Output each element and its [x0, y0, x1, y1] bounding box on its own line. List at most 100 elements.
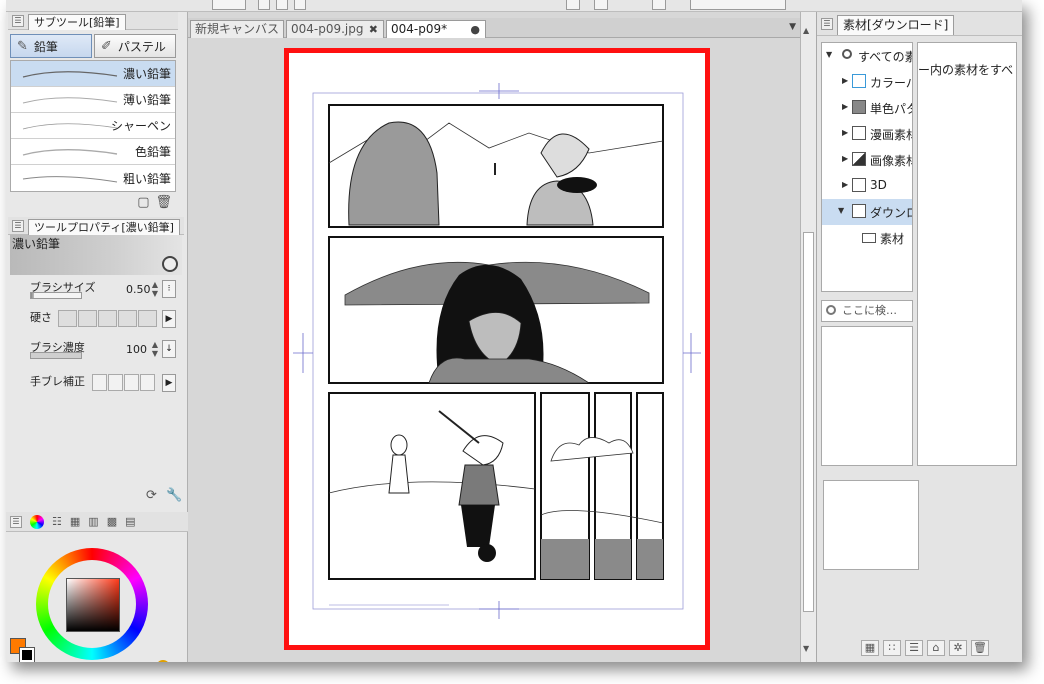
tree-item-label: 単色パターン	[870, 102, 912, 116]
scroll-up-icon[interactable]: ▲	[803, 26, 809, 35]
magnifier-icon[interactable]	[162, 256, 178, 272]
brush-stroke-preview	[22, 123, 118, 130]
brush-item-label: 色鉛筆	[134, 145, 171, 159]
sub-color-swatch[interactable]	[19, 647, 35, 662]
wrench-icon[interactable]: 🔧	[166, 488, 182, 503]
hardness-selector[interactable]	[58, 310, 157, 327]
material-panel-title[interactable]: 素材[ダウンロード]	[837, 14, 955, 35]
panel-menu-icon[interactable]: ☰	[12, 219, 24, 232]
density-value[interactable]: 100	[126, 343, 147, 356]
brush-item-rough-pencil[interactable]: 粗い鉛筆	[11, 165, 175, 191]
tree-item-label: ダウンロード	[870, 206, 912, 220]
expand-icon[interactable]: ▶	[842, 128, 848, 137]
modified-dot-icon[interactable]: ●	[470, 21, 480, 38]
density-slider[interactable]	[30, 352, 82, 359]
color-mode-icon[interactable]	[156, 660, 170, 662]
collapse-icon[interactable]: ▼	[826, 50, 832, 59]
panel-menu-icon[interactable]: ☰	[10, 515, 22, 528]
subtool-footer: ▢ 🗑	[8, 192, 178, 212]
brush-item-dark-pencil[interactable]: 濃い鉛筆	[11, 61, 175, 87]
tree-item-3d[interactable]: ▶ 3D	[822, 173, 912, 199]
brush-item-label: 濃い鉛筆	[122, 67, 171, 81]
close-icon[interactable]: ✖	[369, 21, 378, 38]
panel-menu-icon[interactable]: ☰	[821, 17, 833, 30]
material-search-input[interactable]: ここに検…	[821, 300, 913, 322]
new-subtool-icon[interactable]: ▢	[137, 195, 149, 210]
stabilization-expand-button[interactable]: ▶	[162, 374, 176, 392]
stabilization-selector[interactable]	[92, 374, 155, 391]
toolbar-button[interactable]	[566, 0, 580, 10]
tree-item-image-material[interactable]: ▶ 画像素材	[822, 147, 912, 173]
expand-icon[interactable]: ▶	[842, 102, 848, 111]
expand-icon[interactable]: ▶	[842, 180, 848, 189]
tab-pastel[interactable]: ✐ パステル	[94, 34, 176, 58]
brush-size-options-button[interactable]: ⁝	[162, 280, 176, 298]
manga-page-canvas[interactable]	[289, 53, 705, 645]
tab-pastel-label: パステル	[117, 39, 166, 54]
color-set-tab-icon[interactable]: ▦	[70, 515, 80, 528]
trash-icon[interactable]: 🗑	[971, 640, 989, 656]
tab-004-p09-jpg[interactable]: 004-p09.jpg ✖	[286, 20, 384, 38]
tree-item-all-materials[interactable]: ▼ すべての素材	[822, 43, 912, 69]
color-history-tab-icon[interactable]: ▤	[125, 515, 135, 528]
tree-item-folder[interactable]: 素材	[822, 225, 912, 251]
brush-size-value[interactable]: 0.50	[126, 283, 151, 296]
color-slider-tab-icon[interactable]: ☷	[52, 515, 62, 528]
trash-icon[interactable]: 🗑	[155, 195, 172, 210]
approximate-color-tab-icon[interactable]: ▩	[107, 515, 117, 528]
canvas-scrollbar[interactable]: ▲ ▼	[800, 12, 816, 662]
3d-icon	[852, 178, 866, 192]
small-thumbnail-icon[interactable]: ∷	[883, 640, 901, 656]
color-wheel[interactable]	[36, 548, 148, 660]
tree-item-color-pattern[interactable]: ▶ カラーパターン	[822, 69, 912, 95]
tab-004-p09[interactable]: 004-p09* ●	[386, 20, 486, 38]
toolbar-dropdown[interactable]	[690, 0, 786, 10]
tree-item-manga-material[interactable]: ▶ 漫画素材	[822, 121, 912, 147]
tab-new-canvas[interactable]: 新規キャンバス	[190, 20, 284, 38]
settings-icon[interactable]: ✲	[949, 640, 967, 656]
density-spinner[interactable]: ▲ ▼	[150, 340, 160, 358]
brush-size-spinner[interactable]: ▲ ▼	[150, 280, 160, 298]
material-tree: ▼ すべての素材 ▶ カラーパターン ▶ 単色パターン ▶ 漫画素材 ▶	[821, 42, 913, 292]
tool-property-panel: ☰ ツールプロパティ[濃い鉛筆] 濃い鉛筆 ブラシサイズ 0.50 ▲ ▼ ⁝ 硬…	[8, 217, 184, 399]
list-view-icon[interactable]: ☰	[905, 640, 923, 656]
toolbar-button[interactable]	[294, 0, 306, 10]
scroll-down-icon[interactable]: ▼	[803, 644, 809, 653]
hardness-expand-button[interactable]: ▶	[162, 310, 176, 328]
brush-item-color-pencil[interactable]: 色鉛筆	[11, 139, 175, 165]
brush-item-light-pencil[interactable]: 薄い鉛筆	[11, 87, 175, 113]
color-panel-tabs: ☰ ☷ ▦ ▥ ▩ ▤	[6, 512, 188, 532]
image-material-icon	[852, 152, 866, 166]
color-pattern-icon	[852, 74, 866, 88]
toolbar-button[interactable]	[258, 0, 270, 10]
tree-item-mono-pattern[interactable]: ▶ 単色パターン	[822, 95, 912, 121]
toolbar-button[interactable]	[594, 0, 608, 10]
toolbar-button[interactable]	[212, 0, 246, 10]
brush-size-slider[interactable]	[30, 292, 82, 299]
tab-pencil[interactable]: ✎ 鉛筆	[10, 34, 92, 58]
color-wheel-tab-icon[interactable]	[30, 514, 44, 529]
hardness-label: 硬さ	[30, 311, 52, 324]
material-tag-list	[821, 326, 913, 466]
expand-icon[interactable]: ▶	[842, 154, 848, 163]
large-thumbnail-icon[interactable]: ▦	[861, 640, 879, 656]
paste-material-icon[interactable]: ⌂	[927, 640, 945, 656]
tool-property-title[interactable]: ツールプロパティ[濃い鉛筆]	[28, 218, 180, 235]
tab-label: 004-p09*	[391, 22, 448, 36]
saturation-value-square[interactable]	[66, 578, 120, 632]
collapse-icon[interactable]: ▼	[838, 206, 844, 215]
tab-list-icon[interactable]: ▼	[789, 22, 796, 32]
tree-item-download[interactable]: ▼ ダウンロード	[822, 199, 912, 225]
toolbar-button[interactable]	[276, 0, 288, 10]
panel-menu-icon[interactable]: ☰	[12, 14, 24, 27]
subtool-panel-title[interactable]: サブツール[鉛筆]	[28, 13, 126, 30]
reset-icon[interactable]: ⟳	[146, 488, 157, 503]
tree-item-label: 素材	[880, 232, 905, 246]
expand-icon[interactable]: ▶	[842, 76, 848, 85]
toolbar-button[interactable]	[652, 0, 666, 10]
density-options-button[interactable]: ↓	[162, 340, 176, 358]
intermediate-color-tab-icon[interactable]: ▥	[88, 515, 98, 528]
brush-item-mechanical-pencil[interactable]: シャーペン	[11, 113, 175, 139]
scrollbar-thumb[interactable]	[803, 232, 814, 612]
manga-panel-2	[328, 236, 664, 384]
